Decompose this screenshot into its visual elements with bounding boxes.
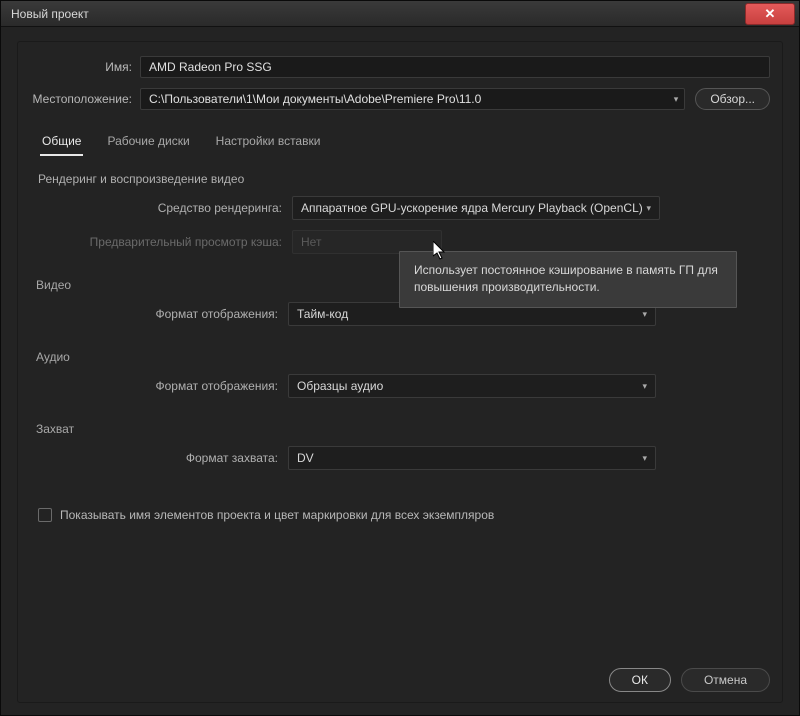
video-display-value: Тайм-код (297, 307, 348, 321)
name-label: Имя: (30, 60, 140, 74)
renderer-label: Средство рендеринга: (34, 201, 292, 215)
capture-section: Захват Формат захвата: DV ▾ (30, 422, 770, 480)
chevron-down-icon: ▾ (642, 453, 647, 464)
show-names-row: Показывать имя элементов проекта и цвет … (30, 508, 770, 522)
cache-preview-value: Нет (301, 235, 321, 249)
window-title: Новый проект (1, 7, 89, 21)
chevron-down-icon: ▾ (646, 203, 651, 214)
chevron-down-icon: ▾ (674, 94, 679, 105)
renderer-row: Средство рендеринга: Аппаратное GPU-уско… (34, 196, 766, 220)
close-button[interactable]: ✕ (745, 3, 795, 25)
chevron-down-icon: ▾ (642, 381, 647, 392)
audio-display-value: Образцы аудио (297, 379, 383, 393)
close-icon: ✕ (765, 6, 776, 22)
audio-display-select[interactable]: Образцы аудио ▾ (288, 374, 656, 398)
new-project-dialog: Новый проект ✕ Имя: Местоположение: C:\П… (0, 0, 800, 716)
dialog-content: Имя: Местоположение: C:\Пользователи\1\М… (1, 27, 799, 715)
capture-format-value: DV (297, 451, 314, 465)
chevron-down-icon: ▾ (642, 309, 647, 320)
audio-section: Аудио Формат отображения: Образцы аудио … (30, 350, 770, 408)
show-names-checkbox[interactable] (38, 508, 52, 522)
dialog-footer: ОК Отмена (30, 654, 770, 692)
ok-button[interactable]: ОК (609, 668, 671, 692)
cancel-button[interactable]: Отмена (681, 668, 770, 692)
tab-general[interactable]: Общие (40, 128, 83, 156)
rendering-section-title: Рендеринг и воспроизведение видео (34, 172, 766, 186)
video-display-label: Формат отображения: (30, 307, 288, 321)
capture-section-title: Захват (30, 422, 770, 436)
audio-section-title: Аудио (30, 350, 770, 364)
capture-format-row: Формат захвата: DV ▾ (30, 446, 770, 470)
location-select[interactable]: C:\Пользователи\1\Мои документы\Adobe\Pr… (140, 88, 685, 110)
tab-ingest-settings[interactable]: Настройки вставки (214, 128, 323, 156)
audio-display-label: Формат отображения: (30, 379, 288, 393)
location-row: Местоположение: C:\Пользователи\1\Мои до… (30, 88, 770, 110)
location-value: C:\Пользователи\1\Мои документы\Adobe\Pr… (149, 92, 481, 106)
renderer-value: Аппаратное GPU-ускорение ядра Mercury Pl… (301, 201, 643, 215)
browse-button[interactable]: Обзор... (695, 88, 770, 110)
renderer-select[interactable]: Аппаратное GPU-ускорение ядра Mercury Pl… (292, 196, 660, 220)
tooltip: Использует постоянное кэширование в памя… (399, 251, 737, 308)
capture-format-select[interactable]: DV ▾ (288, 446, 656, 470)
location-label: Местоположение: (30, 92, 140, 106)
audio-display-row: Формат отображения: Образцы аудио ▾ (30, 374, 770, 398)
tabs: Общие Рабочие диски Настройки вставки (30, 128, 770, 156)
inner-panel: Имя: Местоположение: C:\Пользователи\1\М… (17, 41, 783, 703)
name-input[interactable] (140, 56, 770, 78)
cache-preview-label: Предварительный просмотр кэша: (34, 235, 292, 249)
titlebar: Новый проект ✕ (1, 1, 799, 27)
capture-format-label: Формат захвата: (30, 451, 288, 465)
tab-scratch-disks[interactable]: Рабочие диски (105, 128, 191, 156)
name-row: Имя: (30, 56, 770, 78)
show-names-label: Показывать имя элементов проекта и цвет … (60, 508, 494, 522)
